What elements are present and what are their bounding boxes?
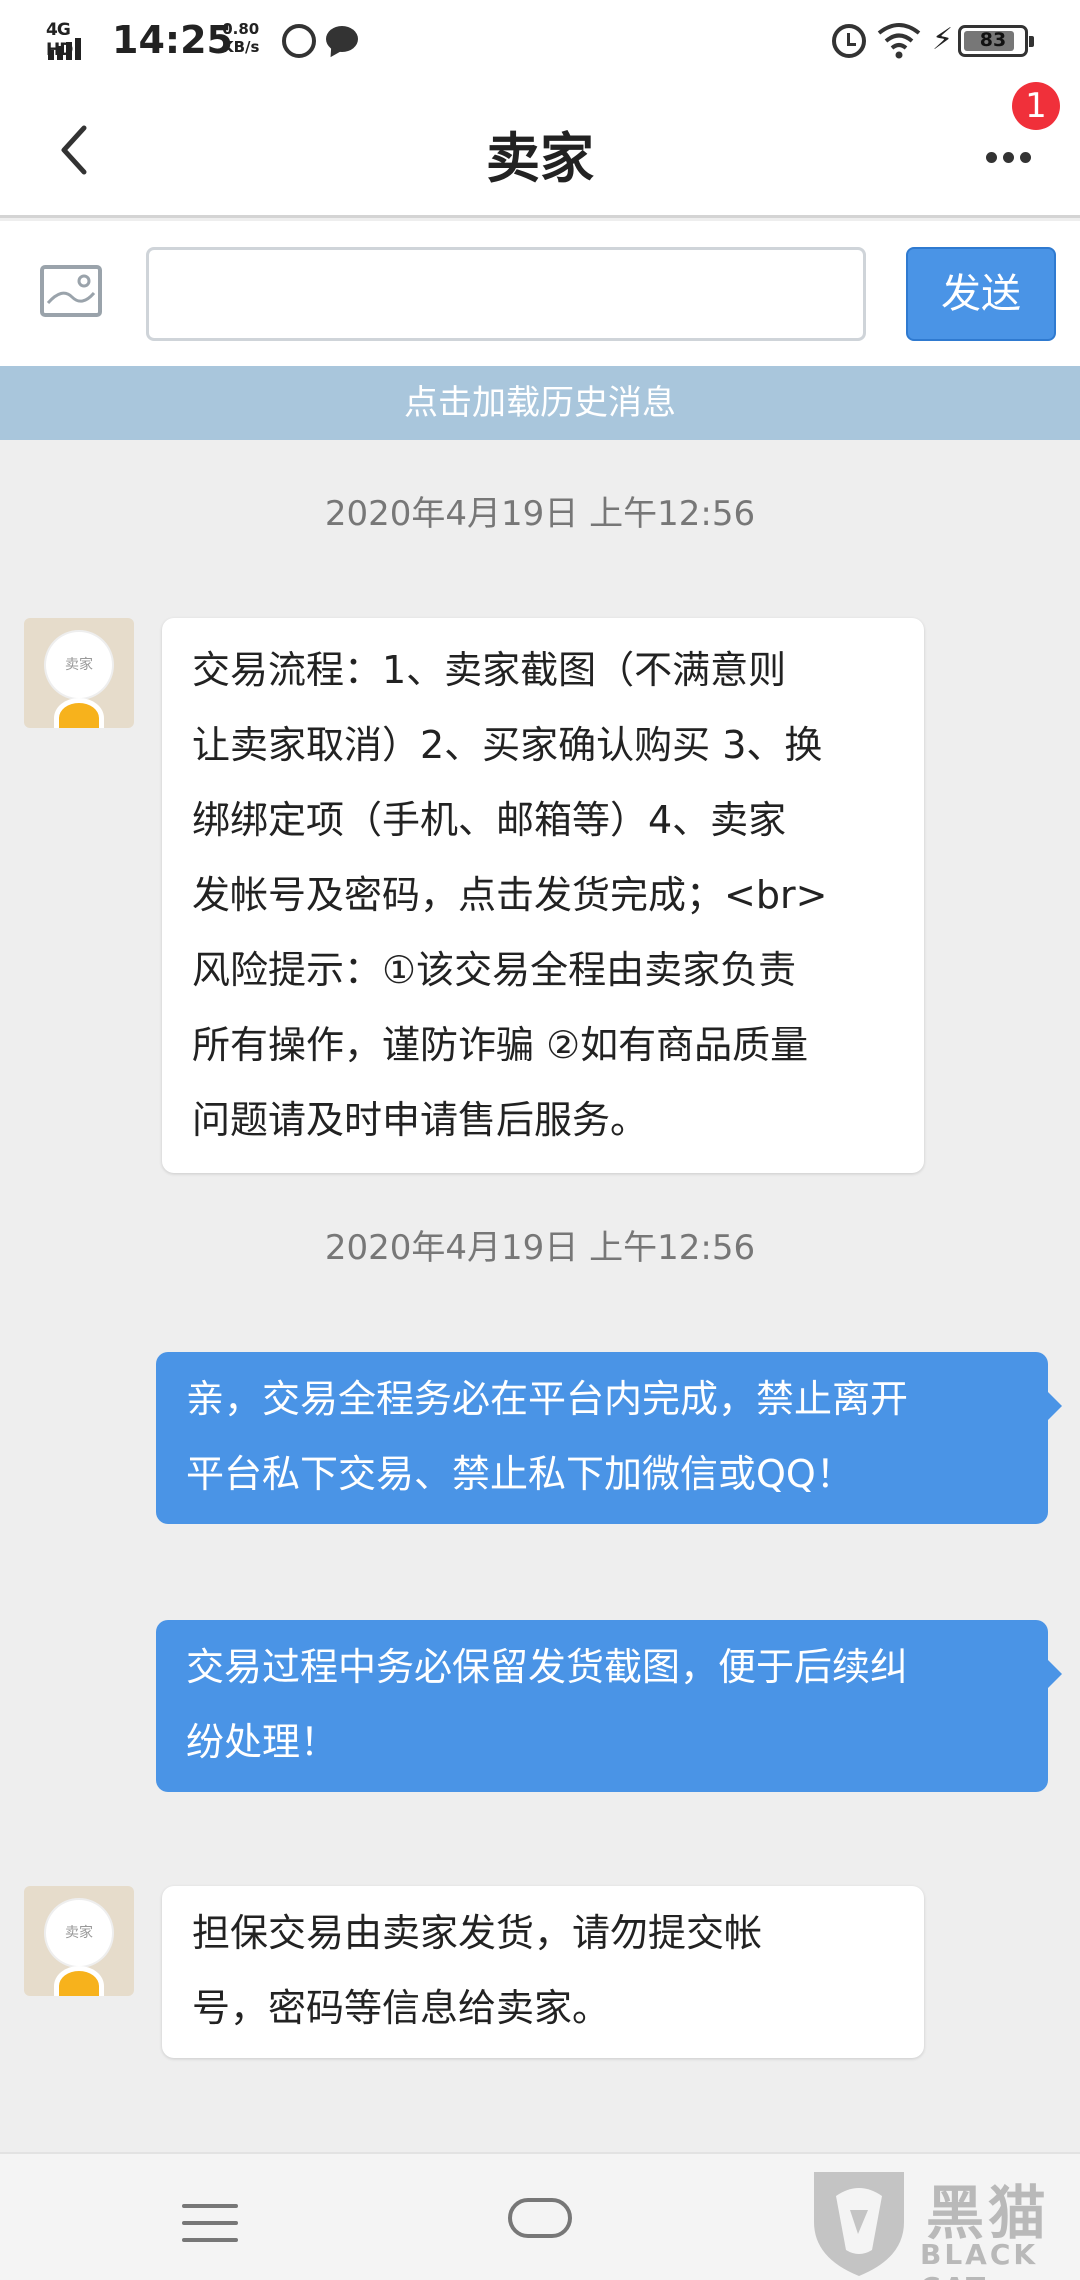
image-picker-button[interactable] xyxy=(40,265,102,317)
watermark-en: BLACK CAT xyxy=(920,2238,1039,2280)
message-timestamp: 2020年4月19日 上午12:56 xyxy=(324,1228,756,1268)
image-icon xyxy=(46,274,96,305)
more-options-button[interactable] xyxy=(982,138,1046,178)
more-dots-icon xyxy=(986,152,1031,163)
message-line: 交易流程：1、卖家截图（不满意则 xyxy=(192,648,787,692)
status-bar: 4G HD 14:25 0.80 KB/s ⚡ 83 xyxy=(0,0,1080,82)
message-line: 交易过程中务必保留发货截图，便于后续纠 xyxy=(186,1645,909,1689)
battery-icon: 83 xyxy=(958,25,1034,57)
title-bar: 卖家 xyxy=(0,82,1080,218)
outgoing-message-bubble[interactable]: 交易过程中务必保留发货截图，便于后续纠 纷处理！ xyxy=(156,1620,1062,1792)
speed-unit: KB/s xyxy=(222,38,260,56)
battery-level: 83 xyxy=(979,29,1007,51)
alarm-icon xyxy=(832,24,866,58)
charging-icon: ⚡ xyxy=(932,22,954,57)
wifi-icon xyxy=(876,20,922,60)
black-cat-logo-icon xyxy=(814,2172,904,2276)
incoming-message-bubble[interactable]: 担保交易由卖家发货，请勿提交帐 号，密码等信息给卖家。 xyxy=(162,1886,924,2058)
message-line: 问题请及时申请售后服务。 xyxy=(192,1098,649,1142)
status-time: 14:25 xyxy=(112,18,233,62)
message-line: 平台私下交易、禁止私下加微信或QQ！ xyxy=(186,1452,854,1496)
avatar-label: 卖家 xyxy=(65,657,93,673)
message-input[interactable] xyxy=(146,247,866,341)
menu-button[interactable] xyxy=(182,2204,238,2242)
message-line: 担保交易由卖家发货，请勿提交帐 xyxy=(192,1911,763,1955)
avatar[interactable]: 卖家 xyxy=(24,1886,134,1996)
incoming-message-bubble[interactable]: 交易流程：1、卖家截图（不满意则 让卖家取消）2、买家确认购买 3、换 绑绑定项… xyxy=(162,618,924,1173)
send-button[interactable]: 发送 xyxy=(906,247,1056,341)
message-line: 所有操作，谨防诈骗 ②如有商品质量 xyxy=(192,1023,809,1067)
watermark: 黑猫 BLACK CAT xyxy=(806,2166,1080,2280)
network-speed: 0.80 KB/s xyxy=(222,20,259,56)
message-notification-icon xyxy=(326,26,358,52)
avatar[interactable]: 卖家 xyxy=(24,618,134,728)
avatar-label: 卖家 xyxy=(65,1925,93,1941)
home-button[interactable] xyxy=(508,2198,572,2238)
load-history-button[interactable]: 点击加载历史消息 xyxy=(0,366,1080,440)
message-line: 绑绑定项（手机、邮箱等）4、卖家 xyxy=(192,798,787,842)
composer-bar: 发送 xyxy=(0,221,1080,366)
message-timestamp: 2020年4月19日 上午12:56 xyxy=(324,494,756,534)
speed-value: 0.80 xyxy=(222,20,260,38)
outgoing-message-bubble[interactable]: 亲，交易全程务必在平台内完成，禁止离开 平台私下交易、禁止私下加微信或QQ！ xyxy=(156,1352,1062,1524)
notification-badge: 1 xyxy=(1012,82,1060,130)
message-line: 风险提示：①该交易全程由卖家负责 xyxy=(192,948,797,992)
message-line: 亲，交易全程务必在平台内完成，禁止离开 xyxy=(186,1377,909,1421)
message-line: 发帐号及密码，点击发货完成；<br> xyxy=(192,873,828,917)
message-line: 号，密码等信息给卖家。 xyxy=(192,1986,611,2030)
signal-icon: 4G HD xyxy=(46,20,98,60)
message-line: 让卖家取消）2、买家确认购买 3、换 xyxy=(192,723,823,767)
app-notification-icon xyxy=(282,24,316,58)
message-line: 纷处理！ xyxy=(186,1720,339,1764)
page-title: 卖家 xyxy=(486,127,594,190)
